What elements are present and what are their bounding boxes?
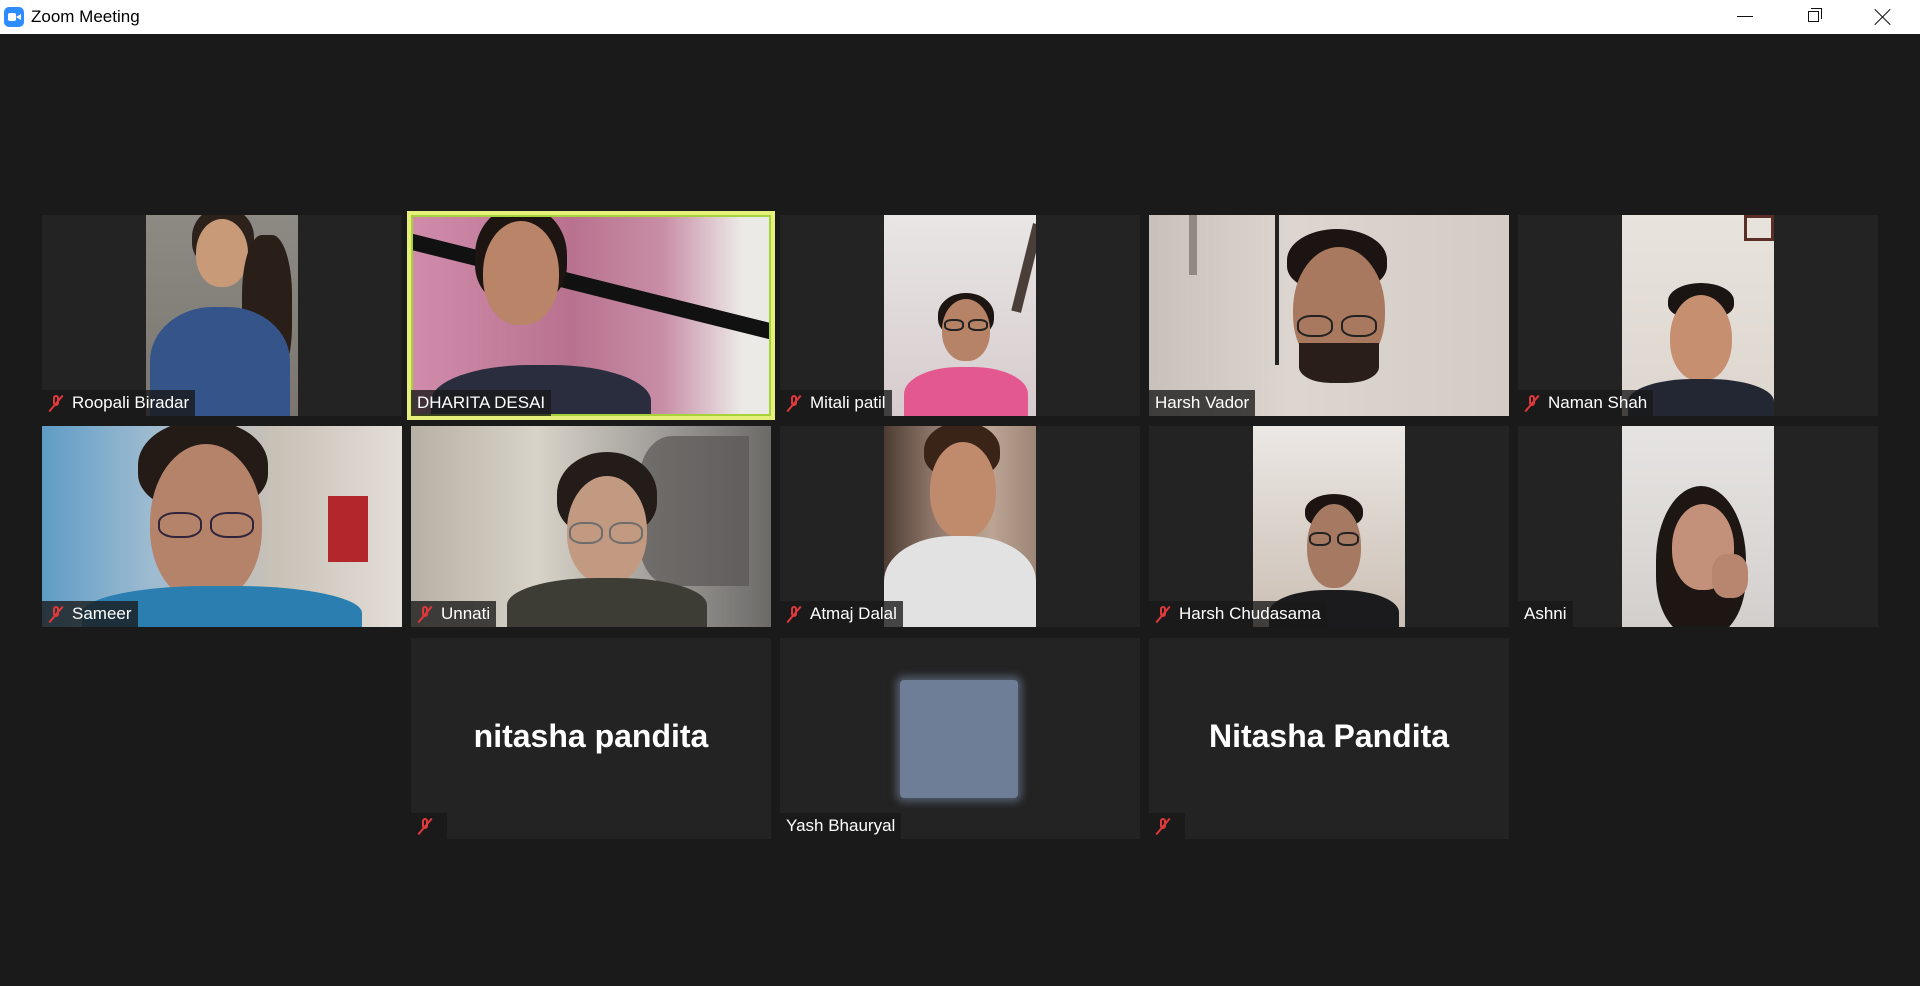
video-tile-ashni[interactable]: Ashni xyxy=(1518,426,1878,627)
participant-name: Harsh Chudasama xyxy=(1179,604,1321,623)
video-tile-unnati[interactable]: Unnati xyxy=(411,426,771,627)
muted-mic-icon xyxy=(417,817,433,835)
participant-nameplate xyxy=(1149,813,1185,839)
video-tile-nitasha-pandita-upper[interactable]: Nitasha Pandita xyxy=(1149,638,1509,839)
window-title: Zoom Meeting xyxy=(31,7,140,26)
minimize-button[interactable] xyxy=(1709,0,1779,34)
participant-video xyxy=(146,215,298,416)
video-tile-yash[interactable]: Yash Bhauryal xyxy=(780,638,1140,839)
participant-video xyxy=(1622,426,1774,627)
muted-mic-icon xyxy=(786,394,802,412)
participant-nameplate: Yash Bhauryal xyxy=(780,813,902,839)
participant-name: DHARITA DESAI xyxy=(417,393,546,412)
video-tile-roopali[interactable]: Roopali Biradar xyxy=(42,215,402,416)
restore-icon xyxy=(1808,8,1822,22)
participant-video xyxy=(884,215,1036,416)
muted-mic-icon xyxy=(48,605,64,623)
participant-video xyxy=(884,426,1036,627)
participant-nameplate: Naman Shah xyxy=(1518,390,1654,416)
participant-nameplate: Atmaj Dalal xyxy=(780,601,903,627)
participant-video xyxy=(411,426,771,627)
participant-video xyxy=(42,426,402,627)
video-tile-atmaj[interactable]: Atmaj Dalal xyxy=(780,426,1140,627)
participant-name: Naman Shah xyxy=(1548,393,1648,412)
participant-video xyxy=(1253,426,1405,627)
participant-nameplate: Harsh Vador xyxy=(1149,390,1256,416)
title-bar: Zoom Meeting xyxy=(0,0,1920,34)
participant-nameplate: Unnati xyxy=(411,601,497,627)
zoom-app-icon xyxy=(4,7,24,27)
participant-video xyxy=(411,215,771,416)
video-tile-naman[interactable]: Naman Shah xyxy=(1518,215,1878,416)
video-tile-harsh-chudasama[interactable]: Harsh Chudasama xyxy=(1149,426,1509,627)
close-icon xyxy=(1874,8,1892,26)
close-button[interactable] xyxy=(1848,0,1918,34)
participant-name: Sameer xyxy=(72,604,132,623)
participant-video xyxy=(1622,215,1774,416)
participant-video xyxy=(1149,215,1509,416)
participant-name: Harsh Vador xyxy=(1155,393,1250,412)
restore-button[interactable] xyxy=(1778,0,1848,34)
video-tile-mitali[interactable]: Mitali patil xyxy=(780,215,1140,416)
video-tile-sameer[interactable]: Sameer xyxy=(42,426,402,627)
participant-name: Yash Bhauryal xyxy=(786,816,896,835)
muted-mic-icon xyxy=(48,394,64,412)
participant-name: Mitali patil xyxy=(810,393,886,412)
participant-nameplate: Mitali patil xyxy=(780,390,892,416)
participant-display-name: nitasha pandita xyxy=(473,718,709,754)
participant-name: Unnati xyxy=(441,604,491,623)
participant-nameplate: Sameer xyxy=(42,601,138,627)
video-tile-dharita-active-speaker[interactable]: DHARITA DESAI xyxy=(411,215,771,416)
participant-nameplate: Roopali Biradar xyxy=(42,390,196,416)
video-tile-nitasha-pandita-lower[interactable]: nitasha pandita xyxy=(411,638,771,839)
minimize-icon xyxy=(1737,16,1753,17)
muted-mic-icon xyxy=(786,605,802,623)
muted-mic-icon xyxy=(417,605,433,623)
participant-name: Atmaj Dalal xyxy=(810,604,897,623)
participant-name: Roopali Biradar xyxy=(72,393,190,412)
video-tile-harsh-vador[interactable]: Harsh Vador xyxy=(1149,215,1509,416)
participant-name: Ashni xyxy=(1524,604,1567,623)
muted-mic-icon xyxy=(1155,605,1171,623)
participant-nameplate: Harsh Chudasama xyxy=(1149,601,1327,627)
avatar xyxy=(900,680,1018,798)
participant-nameplate: Ashni xyxy=(1518,601,1573,627)
muted-mic-icon xyxy=(1524,394,1540,412)
participant-nameplate: DHARITA DESAI xyxy=(411,390,552,416)
participant-nameplate xyxy=(411,813,447,839)
muted-mic-icon xyxy=(1155,817,1171,835)
participant-display-name: Nitasha Pandita xyxy=(1208,718,1450,754)
